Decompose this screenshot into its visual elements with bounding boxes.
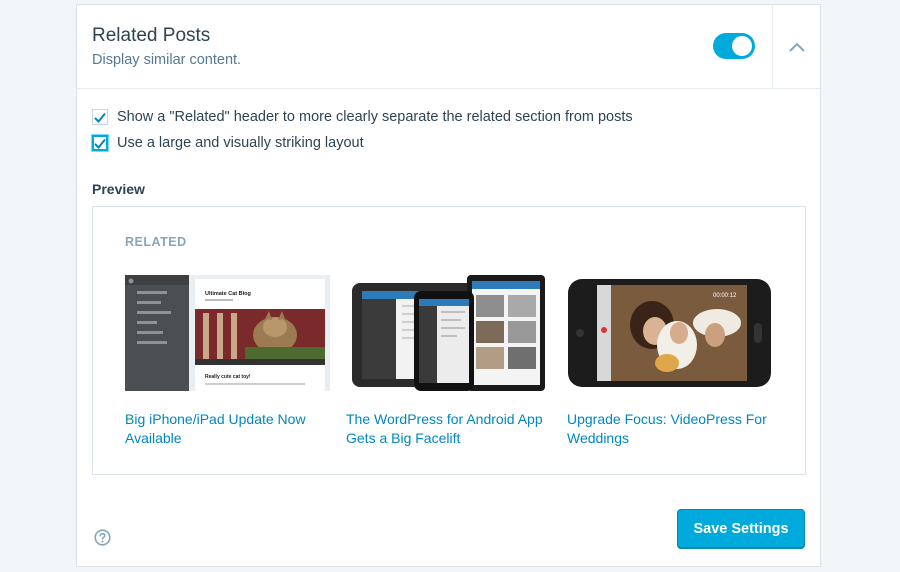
tablet-blog-screenshot-icon: Ultimate Cat Blog Really cute cat toy!: [125, 275, 330, 391]
card-header: Related Posts Display similar content.: [77, 5, 820, 89]
thumb-post-title: Really cute cat toy!: [205, 374, 251, 380]
save-settings-button[interactable]: Save Settings: [677, 509, 805, 549]
collapse-button[interactable]: [773, 5, 820, 88]
related-item-title[interactable]: The WordPress for Android App Gets a Big…: [346, 410, 551, 448]
related-heading: RELATED: [125, 235, 187, 249]
toggle-knob: [732, 36, 752, 56]
related-header-checkbox[interactable]: [92, 109, 108, 125]
thumb-blog-title: Ultimate Cat Blog: [205, 291, 251, 297]
related-item-thumbnail[interactable]: [346, 275, 551, 391]
related-posts-card: Related Posts Display similar content. S…: [76, 4, 821, 567]
related-item: The WordPress for Android App Gets a Big…: [346, 275, 551, 448]
help-button[interactable]: [94, 529, 111, 551]
phone-video-photo-icon: 00:00:12: [567, 275, 772, 391]
card-description: Display similar content.: [92, 52, 242, 68]
preview-box: RELATED Ultimate Cat Blog Really cute ca…: [92, 206, 806, 475]
large-layout-label: Use a large and visually striking layout: [117, 135, 364, 151]
chevron-up-icon: [788, 42, 805, 52]
android-devices-photo-icon: [346, 275, 551, 391]
video-timecode: 00:00:12: [713, 293, 737, 299]
related-item: 00:00:12 Upgrade Focus: VideoPress For W…: [567, 275, 772, 448]
related-header-label: Show a "Related" header to more clearly …: [117, 109, 633, 125]
checkmark-icon: [94, 138, 106, 149]
checkmark-icon: [94, 112, 106, 123]
related-item-title[interactable]: Upgrade Focus: VideoPress For Weddings: [567, 410, 772, 448]
option-related-header: Show a "Related" header to more clearly …: [92, 107, 633, 127]
card-title: Related Posts: [92, 25, 211, 46]
large-layout-checkbox[interactable]: [92, 135, 108, 151]
preview-label: Preview: [92, 181, 145, 197]
related-item-title[interactable]: Big iPhone/iPad Update Now Available: [125, 410, 330, 448]
related-posts-toggle[interactable]: [713, 33, 755, 59]
related-item-thumbnail[interactable]: Ultimate Cat Blog Really cute cat toy!: [125, 275, 330, 391]
question-circle-icon: [94, 529, 111, 546]
option-large-layout: Use a large and visually striking layout: [92, 133, 364, 153]
related-item-thumbnail[interactable]: 00:00:12: [567, 275, 772, 391]
related-item: Ultimate Cat Blog Really cute cat toy! B…: [125, 275, 330, 448]
